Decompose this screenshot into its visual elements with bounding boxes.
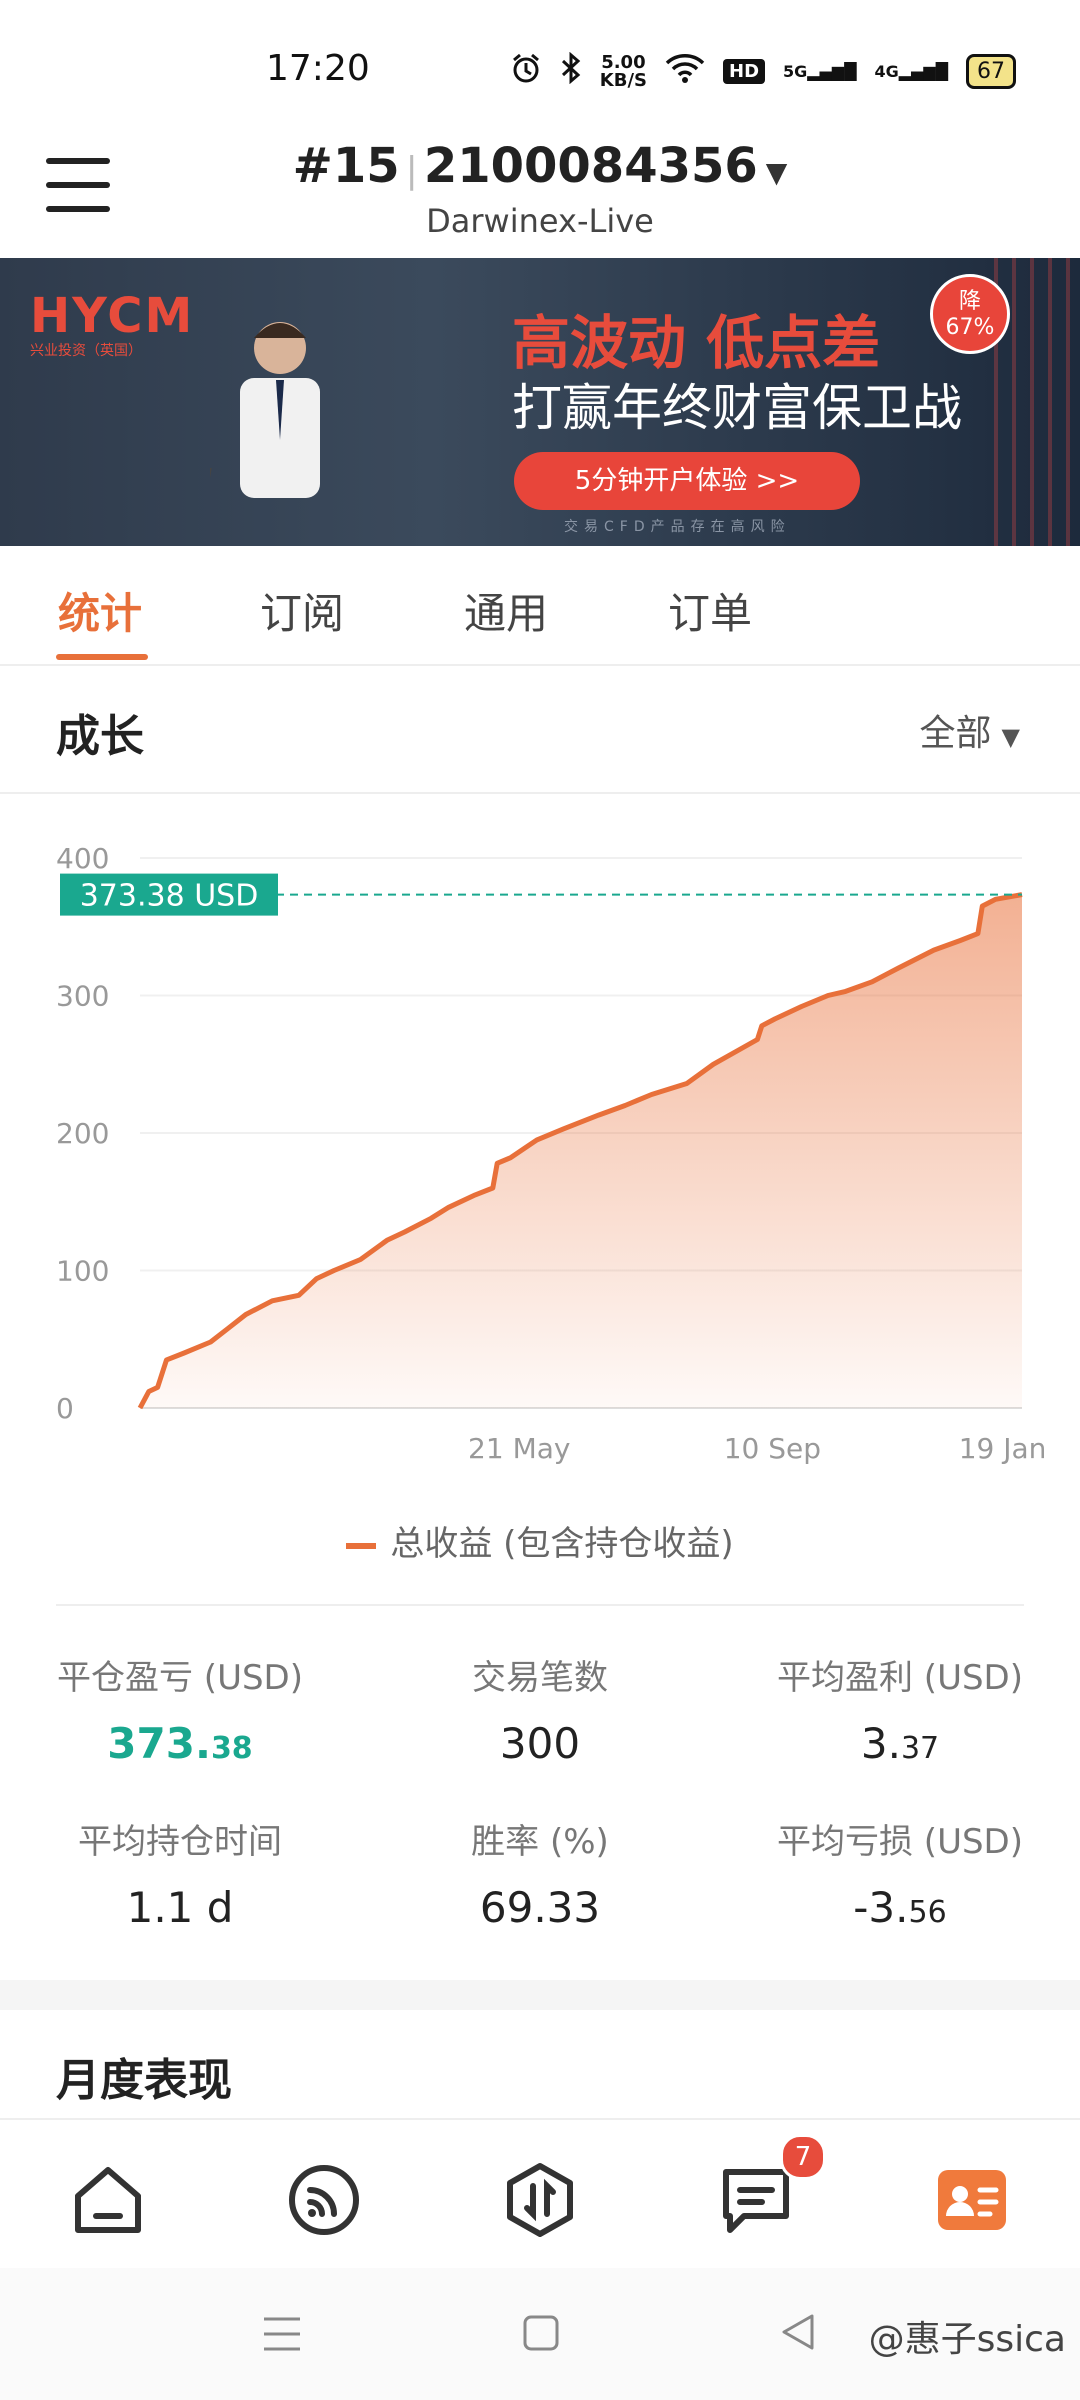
stat-value: 1.1 d (126, 1883, 234, 1932)
x-tick-label: 21 May (468, 1432, 570, 1465)
stat-label: 平均亏损 (USD) (777, 1822, 1023, 1862)
stat-value: 69.33 (479, 1883, 601, 1932)
stat-value: 300 (499, 1719, 581, 1768)
section-separator (0, 1980, 1080, 2010)
stat-avg-loss: 平均亏损 (USD) -3.56 (730, 1814, 1070, 1932)
messages-icon[interactable]: 7 (716, 2134, 826, 2240)
status-time: 17:20 (266, 48, 370, 89)
signal-4g-icon: 4G▂▄▆█ (874, 62, 948, 81)
tab-subscription[interactable]: 订阅 (260, 580, 344, 641)
stat-value: -3.56 (853, 1883, 947, 1932)
signal-5g-label: 5G (783, 62, 808, 81)
watermark: @惠子ssica (868, 2319, 1066, 2360)
y-tick-label: 300 (56, 980, 109, 1013)
stat-label: 胜率 (%) (471, 1822, 609, 1862)
stat-value: 373.38 (107, 1719, 253, 1768)
alarm-icon (510, 52, 542, 91)
banner-logo-sub: 兴业投资（英国） (30, 343, 142, 359)
chevron-down-icon: ▼ (1001, 723, 1020, 751)
bluetooth-icon (560, 51, 582, 91)
period-filter-label: 全部 (919, 713, 992, 754)
signal-5g-icon: 5G▂▄▆█ (783, 62, 857, 81)
x-tick-label: 10 Sep (724, 1432, 821, 1465)
stat-label: 平均持仓时间 (78, 1822, 282, 1862)
trade-icon[interactable] (500, 2160, 580, 2240)
growth-chart-svg: 0 100 200 300 400 21 May 10 Sep 19 Jan 373.38 US… (56, 842, 1047, 1465)
battery-icon: 67 (966, 54, 1016, 89)
y-tick-label: 0 (56, 1392, 74, 1425)
ad-banner[interactable]: HYCM 兴业投资（英国） 高波动 低点差 打赢年终财富保卫战 降 67% 5分… (0, 258, 1080, 546)
tab-orders[interactable]: 订单 (668, 580, 752, 641)
stat-label: 平仓盈亏 (USD) (57, 1658, 303, 1698)
banner-logo: HYCM (30, 288, 195, 344)
account-id: 2100084356 (423, 138, 758, 194)
monthly-performance-title: 月度表现 (56, 2055, 232, 2106)
tab-statistics[interactable]: 统计 (58, 580, 142, 641)
banner-cta-button[interactable]: 5分钟开户体验 >> (514, 452, 860, 510)
legend-label: 总收益 (包含持仓收益) (390, 1524, 734, 1564)
network-speed-unit: KB/S (599, 69, 648, 91)
recent-apps-icon[interactable] (262, 2316, 302, 2356)
profile-card-icon[interactable] (932, 2160, 1012, 2240)
y-tick-label: 200 (56, 1117, 109, 1150)
status-icons: 5.00 KB/S HD 5G▂▄▆█ 4G▂▄▆█ 67 (510, 51, 1016, 91)
stat-label: 平均盈利 (USD) (777, 1658, 1023, 1698)
active-tab-indicator (56, 654, 148, 660)
home-square-icon[interactable] (522, 2314, 560, 2356)
stat-win-rate: 胜率 (%) 69.33 (370, 1814, 710, 1932)
legend-swatch (346, 1542, 377, 1549)
banner-risk-note: 交易CFD产品存在高风险 (564, 519, 791, 535)
stat-avg-profit: 平均盈利 (USD) 3.37 (730, 1650, 1070, 1768)
home-icon[interactable] (68, 2160, 148, 2240)
divider (56, 1604, 1024, 1606)
network-speed-value: 5.00 (601, 51, 646, 73)
y-tick-label: 400 (56, 842, 109, 875)
stat-value: 3.37 (860, 1719, 940, 1768)
messages-badge: 7 (780, 2134, 826, 2180)
discount-badge: 降 67% (930, 274, 1010, 354)
businessman-illustration (210, 322, 320, 528)
current-value-label: 373.38 USD (80, 879, 259, 914)
chart-legend: 总收益 (包含持仓收益) (0, 1516, 1080, 1565)
back-triangle-icon[interactable] (780, 2312, 816, 2356)
wifi-icon (665, 53, 705, 90)
account-type: Darwinex-Live (426, 202, 654, 240)
stat-trade-count: 交易笔数 300 (370, 1650, 710, 1768)
tab-general[interactable]: 通用 (464, 580, 548, 641)
growth-section-header: 成长 全部 ▼ (0, 664, 1080, 794)
account-selector[interactable]: #15 | 2100084356 ▼ (0, 138, 1080, 194)
stat-avg-holding-time: 平均持仓时间 1.1 d (10, 1814, 350, 1932)
y-tick-label: 100 (56, 1255, 109, 1288)
tab-bar: 统计 订阅 通用 订单 (0, 546, 1080, 666)
signal-4g-label: 4G (874, 62, 899, 81)
stat-label: 交易笔数 (472, 1658, 608, 1698)
feed-icon[interactable] (284, 2160, 364, 2240)
network-speed: 5.00 KB/S (599, 51, 648, 91)
growth-chart: 0 100 200 300 400 21 May 10 Sep 19 Jan 373.38 US… (0, 830, 1080, 1470)
section-title: 成长 (56, 711, 144, 762)
bottom-navigation: 7 (0, 2118, 1080, 2270)
chevron-down-icon: ▼ (765, 156, 788, 189)
banner-subline: 打赢年终财富保卫战 (512, 379, 962, 437)
x-tick-label: 19 Jan (959, 1432, 1047, 1465)
app-header: #15 | 2100084356 ▼ Darwinex-Live (0, 130, 1080, 259)
hd-icon: HD (723, 59, 766, 84)
stat-closed-pnl: 平仓盈亏 (USD) 373.38 (10, 1650, 350, 1768)
account-number: #15 (292, 138, 400, 194)
period-filter[interactable]: 全部 ▼ (920, 704, 1020, 756)
status-bar: 17:20 5.00 KB/S HD 5G▂▄▆█ 4G▂▄▆█ 67 (0, 0, 1080, 130)
